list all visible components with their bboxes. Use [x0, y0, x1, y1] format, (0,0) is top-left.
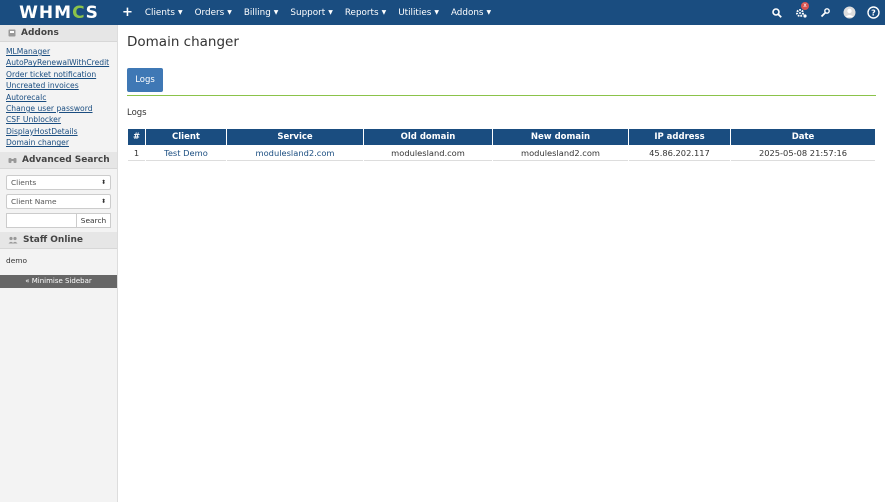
- search-type-value: Clients: [11, 177, 37, 187]
- menu-reports-label: Reports: [344, 7, 379, 18]
- advanced-search-body: Clients ⬍ Client Name ⬍ Search: [0, 169, 117, 232]
- chevron-down-icon: ▼: [227, 9, 232, 16]
- table-header-row: # Client Service Old domain New domain I…: [128, 129, 875, 145]
- addon-link-uncreated-invoices[interactable]: Uncreated invoices: [6, 80, 117, 91]
- staff-member: demo: [6, 255, 27, 265]
- select-arrows-icon: ⬍: [100, 178, 106, 186]
- col-new-domain[interactable]: New domain: [493, 129, 628, 145]
- staff-online-list: demo: [0, 249, 117, 272]
- page-title: Domain changer: [127, 34, 239, 50]
- add-new-button[interactable]: +: [118, 5, 139, 20]
- advanced-search-title: Advanced Search: [22, 154, 110, 165]
- users-icon: [8, 236, 18, 244]
- menu-support[interactable]: Support ▼: [284, 8, 338, 18]
- menu-reports[interactable]: Reports ▼: [339, 8, 392, 18]
- addon-link-domain-changer[interactable]: Domain changer: [6, 137, 117, 148]
- cell-client-link[interactable]: Test Demo: [146, 145, 226, 161]
- top-navbar: WHM C S + Clients ▼ Orders ▼ Billing ▼ Suppor…: [0, 0, 885, 25]
- col-old-domain[interactable]: Old domain: [364, 129, 492, 145]
- search-row: Search: [6, 212, 111, 228]
- chevron-down-icon: ▼: [273, 9, 279, 16]
- search-icon[interactable]: [765, 0, 789, 25]
- menu-utilities[interactable]: Utilities ▼: [392, 8, 445, 18]
- chevron-down-icon: ▼: [177, 9, 183, 16]
- sidebar: Addons MLManager AutoPayRenewalWithCredi…: [0, 25, 118, 502]
- menu-clients[interactable]: Clients ▼: [139, 8, 189, 18]
- tabs-bar: Logs: [127, 68, 876, 96]
- logo-prefix: WHM: [19, 2, 73, 23]
- chevron-down-icon: ▼: [434, 9, 439, 16]
- search-input[interactable]: [6, 212, 76, 228]
- help-icon[interactable]: ?: [861, 0, 885, 25]
- cell-date: 2025-05-08 21:57:16: [731, 145, 875, 161]
- addons-title: Addons: [21, 28, 59, 38]
- menu-addons-label: Addons: [450, 7, 484, 18]
- col-ip-address[interactable]: IP address: [629, 129, 730, 145]
- menu-clients-label: Clients: [144, 7, 175, 18]
- binoculars-icon: [8, 157, 17, 163]
- addon-links-list: MLManager AutoPayRenewalWithCredit Order…: [0, 42, 117, 152]
- col-service[interactable]: Service: [227, 129, 363, 145]
- cell-service-link[interactable]: modulesland2.com: [227, 145, 363, 161]
- addons-panel-header: Addons: [0, 25, 117, 42]
- advanced-search-header: Advanced Search: [0, 151, 117, 169]
- menu-addons[interactable]: Addons ▼: [445, 8, 497, 18]
- addon-link-order-ticket[interactable]: Order ticket notification: [6, 69, 117, 80]
- table-row: 1 Test Demo modulesland2.com modulesland…: [128, 145, 875, 161]
- col-number[interactable]: #: [128, 129, 145, 145]
- search-field-select[interactable]: Client Name ⬍: [6, 193, 111, 209]
- logo-suffix: S: [85, 2, 99, 23]
- wrench-icon[interactable]: [813, 0, 837, 25]
- search-button[interactable]: Search: [76, 212, 111, 228]
- gear-alert-icon[interactable]: x: [789, 0, 813, 25]
- addon-link-autopay[interactable]: AutoPayRenewalWithCredit: [6, 57, 117, 68]
- search-type-select[interactable]: Clients ⬍: [6, 174, 111, 190]
- chevron-down-icon: ▼: [381, 9, 387, 16]
- addon-link-csf-unblocker[interactable]: CSF Unblocker: [6, 114, 117, 125]
- menu-support-label: Support: [290, 7, 326, 18]
- alert-badge: x: [801, 2, 809, 10]
- cell-ip-address: 45.86.202.117: [629, 145, 730, 161]
- tab-logs[interactable]: Logs: [127, 68, 163, 92]
- search-field-value: Client Name: [11, 196, 57, 206]
- logo-gear: C: [72, 2, 86, 23]
- minimise-sidebar-button[interactable]: « Minimise Sidebar: [0, 274, 117, 288]
- cell-number: 1: [128, 145, 145, 161]
- nav-right-icons: x ?: [765, 0, 885, 25]
- col-date[interactable]: Date: [731, 129, 875, 145]
- chevron-down-icon: ▼: [328, 9, 333, 16]
- logs-table: # Client Service Old domain New domain I…: [127, 129, 876, 161]
- addon-link-autorecalc[interactable]: Autorecalc: [6, 92, 117, 103]
- select-arrows-icon: ⬍: [100, 197, 106, 205]
- user-avatar-icon[interactable]: [837, 0, 861, 25]
- addons-icon: [8, 29, 16, 37]
- addon-link-change-password[interactable]: Change user password: [6, 103, 117, 114]
- menu-billing[interactable]: Billing ▼: [238, 8, 285, 18]
- menu-orders[interactable]: Orders ▼: [189, 8, 238, 18]
- menu-orders-label: Orders: [194, 7, 225, 18]
- whmcs-logo[interactable]: WHM C S: [0, 0, 118, 25]
- cell-new-domain: modulesland2.com: [493, 145, 628, 161]
- cell-old-domain: modulesland.com: [364, 145, 492, 161]
- menu-utilities-label: Utilities: [398, 7, 432, 18]
- staff-online-title: Staff Online: [23, 234, 84, 245]
- addon-link-mlmanager[interactable]: MLManager: [6, 46, 117, 57]
- main-menu: + Clients ▼ Orders ▼ Billing ▼ Support ▼ Rep…: [118, 0, 497, 25]
- col-client[interactable]: Client: [146, 129, 226, 145]
- menu-billing-label: Billing: [243, 7, 271, 18]
- staff-online-header: Staff Online: [0, 231, 117, 249]
- section-label: Logs: [127, 108, 147, 118]
- addon-link-display-host[interactable]: DisplayHostDetails: [6, 126, 117, 137]
- main-content: Domain changer Logs Logs # Client Servic…: [127, 25, 876, 161]
- chevron-down-icon: ▼: [486, 9, 492, 16]
- svg-text:?: ?: [871, 8, 876, 17]
